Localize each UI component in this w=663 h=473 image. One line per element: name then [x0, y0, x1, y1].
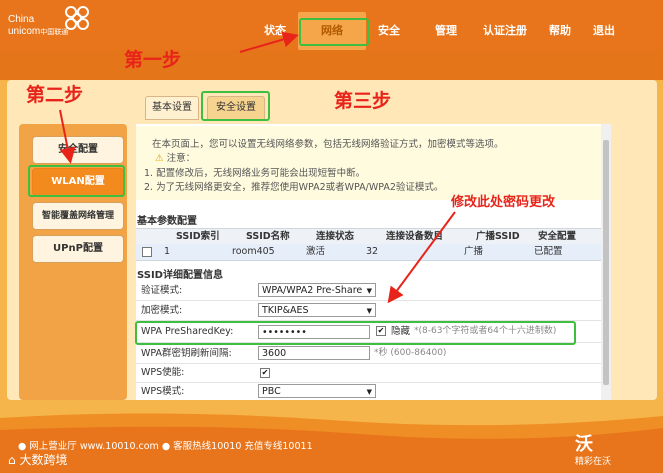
wo-logo-icon: 沃	[575, 434, 593, 455]
tab-basic-settings[interactable]: 基本设置	[145, 96, 199, 120]
annotation-step3: 第三步	[334, 90, 392, 112]
warning-icon: ⚠	[155, 153, 164, 164]
row-group-key-interval: WPA群密钥刷新间隔: 3600 *秒 (600-86400)	[136, 344, 601, 364]
footer-contact-text: ● 网上营业厅 www.10010.com ● 客服热线10010 充值专线10…	[18, 441, 313, 452]
wps-mode-select[interactable]: PBC ▼	[258, 384, 376, 398]
table-row[interactable]: 1 room405 激活 32 广播 已配置	[136, 244, 601, 261]
row-wps-enable: WPS使能: ✔	[136, 363, 601, 383]
cell-connection-status: 激活	[306, 246, 326, 257]
nav-manage[interactable]: 管理	[435, 22, 457, 38]
cell-security-config: 已配置	[534, 246, 563, 257]
nav-status[interactable]: 状态	[264, 22, 286, 38]
group-key-interval-label: WPA群密钥刷新间隔:	[141, 348, 232, 359]
cell-device-count: 32	[366, 246, 379, 257]
notice-line-1: 1. 配置修改后，无线网络业务可能会出现短暂中断。	[144, 168, 366, 179]
group-key-interval-hint: *秒 (600-86400)	[374, 348, 447, 358]
col-ssid-index: SSID索引	[176, 231, 220, 242]
nav-logout[interactable]: 退出	[593, 22, 615, 38]
wps-mode-value: PBC	[262, 386, 281, 397]
cell-ssid-index: 1	[164, 246, 171, 257]
highlight-tab-security	[201, 91, 270, 121]
auth-mode-select[interactable]: WPA/WPA2 Pre-Share ▼	[258, 283, 376, 297]
wps-enable-checkbox[interactable]: ✔	[260, 368, 270, 378]
row-encryption-mode: 加密模式: TKIP&AES ▼	[136, 301, 601, 321]
basic-section-title: 基本参数配置	[137, 216, 197, 227]
scrollbar-thumb[interactable]	[603, 140, 609, 385]
nav-auth-register[interactable]: 认证注册	[483, 22, 527, 38]
watermark: ⌂ 大数跨境	[8, 451, 67, 468]
wo-slogan: 精彩在沃	[575, 457, 612, 467]
watermark-mark-icon: ⌂	[8, 453, 16, 467]
sidebar-item-mesh-manage[interactable]: 智能覆盖网络管理	[32, 202, 124, 230]
annotation-step1: 第一步	[124, 49, 182, 71]
notice-line-2: 2. 为了无线网络更安全，推荐您使用WPA2或者WPA/WPA2验证模式。	[144, 182, 444, 193]
col-security-config: 安全配置	[538, 231, 577, 242]
watermark-text: 大数跨境	[19, 453, 68, 467]
notice-caution: ⚠ 注意：	[155, 150, 195, 164]
col-ssid-name: SSID名称	[246, 231, 290, 242]
col-device-count: 连接设备数目	[386, 231, 444, 242]
chevron-down-icon: ▼	[366, 388, 372, 396]
cell-ssid-name: room405	[232, 246, 275, 257]
col-broadcast-ssid: 广播SSID	[476, 231, 520, 242]
annotation-step2: 第二步	[26, 84, 84, 106]
detail-section-title: SSID详细配置信息	[137, 270, 223, 281]
encryption-mode-value: TKIP&AES	[262, 305, 309, 316]
group-key-interval-input[interactable]: 3600	[258, 346, 370, 360]
highlight-psk-row	[135, 321, 576, 345]
brand-logo-text: China unicom中国联通	[8, 14, 68, 39]
highlight-nav-network	[299, 18, 369, 46]
wps-mode-label: WPS模式:	[141, 386, 185, 397]
encryption-mode-select[interactable]: TKIP&AES ▼	[258, 303, 376, 317]
col-connection-status: 连接状态	[316, 231, 355, 242]
encryption-mode-label: 加密模式:	[141, 305, 183, 316]
sidebar-item-upnp-config[interactable]: UPnP配置	[32, 235, 124, 263]
notice-intro: 在本页面上，您可以设置无线网络参数，包括无线网络验证方式，加密模式等选项。	[152, 139, 504, 150]
highlight-wlan-config	[28, 165, 125, 197]
row-wps-mode: WPS模式: PBC ▼	[136, 382, 601, 402]
nav-security[interactable]: 安全	[378, 22, 400, 38]
auth-mode-label: 验证模式:	[141, 285, 183, 296]
annotation-note: 修改此处密码更改	[451, 195, 556, 210]
wo-brand-logo: 沃 精彩在沃	[575, 434, 612, 468]
footer-wave	[0, 400, 663, 473]
row-auth-mode: 验证模式: WPA/WPA2 Pre-Share ▼	[136, 281, 601, 301]
row-select-checkbox[interactable]	[142, 247, 152, 257]
brand-name-line1: China	[8, 14, 35, 25]
sidebar-item-security-config[interactable]: 安全配置	[32, 136, 124, 164]
chevron-down-icon: ▼	[366, 287, 372, 295]
auth-mode-value: WPA/WPA2 Pre-Share	[262, 285, 363, 296]
chevron-down-icon: ▼	[366, 307, 372, 315]
nav-help[interactable]: 帮助	[549, 22, 571, 38]
cell-broadcast-ssid: 广播	[464, 246, 484, 257]
notice-caution-title: 注意：	[166, 153, 196, 164]
wps-enable-label: WPS使能:	[141, 367, 185, 378]
unicom-knot-icon	[65, 6, 89, 30]
header-band	[0, 50, 663, 80]
brand-name-line2: unicom	[8, 26, 41, 37]
